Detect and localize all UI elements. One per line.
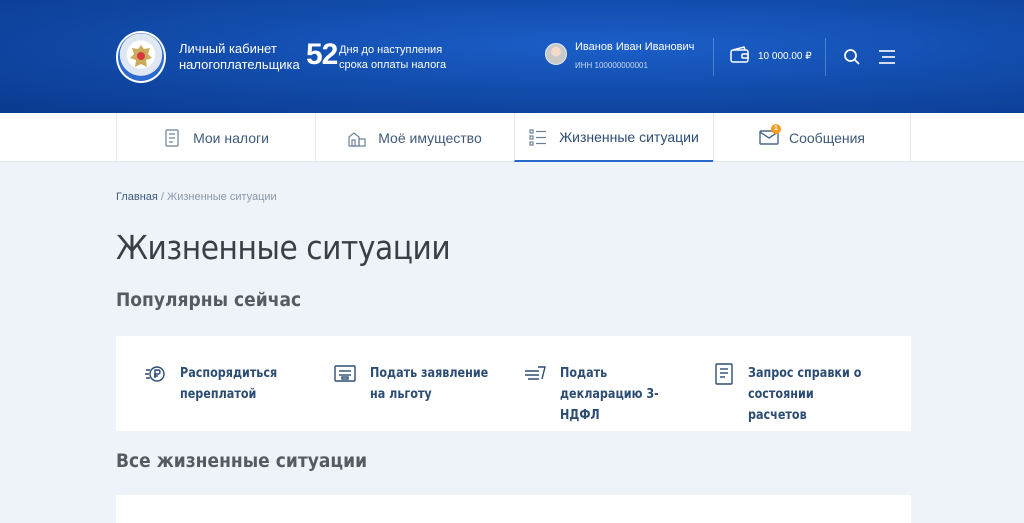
tab-my-taxes[interactable]: Мои налоги: [116, 113, 315, 162]
wallet-icon[interactable]: [730, 46, 750, 69]
popular-item-label: Подать декларацию 3-НДФЛ: [560, 366, 659, 423]
document-icon: [714, 363, 734, 426]
popular-item[interactable]: Распорядиться переплатой: [144, 363, 320, 405]
popular-item[interactable]: Запрос справки о состоянии расчетов: [714, 363, 888, 426]
fns-logo[interactable]: [116, 31, 166, 83]
popular-item[interactable]: Подать заявление на льготу: [334, 363, 510, 405]
days-count: 52: [306, 38, 338, 71]
taxes-icon: [163, 128, 181, 147]
user-inn: ИНН 100000000001: [575, 61, 648, 70]
breadcrumb-home[interactable]: Главная: [116, 191, 158, 203]
envelope-icon: 1: [759, 123, 781, 147]
messages-badge: 1: [771, 123, 781, 134]
popular-item-label: Подать заявление на льготу: [370, 366, 489, 402]
all-situations-title: Все жизненные ситуации: [116, 450, 368, 472]
breadcrumb: Главная / Жизненные ситуации: [116, 191, 277, 203]
property-icon: [348, 129, 366, 147]
main-nav: Мои налоги Моё имущество Жизненные ситуа…: [0, 113, 1024, 162]
application-icon: [334, 363, 356, 405]
tab-label: Жизненные ситуации: [559, 128, 699, 145]
list-icon: [529, 128, 547, 146]
avatar[interactable]: [545, 43, 567, 65]
user-name[interactable]: Иванов Иван Иванович: [575, 41, 694, 53]
popular-item[interactable]: Подать декларацию 3-НДФЛ: [524, 363, 700, 426]
tab-life-situations[interactable]: Жизненные ситуации: [514, 113, 713, 162]
tab-label: Мои налоги: [193, 129, 269, 146]
header: Личный кабинет налогоплательщика 52 Дня …: [0, 0, 1024, 113]
popular-item-label: Распорядиться переплатой: [180, 366, 278, 402]
search-icon[interactable]: [843, 48, 861, 71]
ruble-coins-icon: [144, 363, 166, 405]
popular-item-label: Запрос справки о состоянии расчетов: [748, 366, 862, 423]
cabinet-title[interactable]: Личный кабинет налогоплательщика: [179, 41, 309, 73]
tab-label: Моё имущество: [378, 129, 482, 146]
header-divider: [825, 38, 826, 76]
header-divider: [713, 38, 714, 76]
days-text: Дня до наступления срока оплаты налога: [339, 44, 447, 71]
tab-my-property[interactable]: Моё имущество: [315, 113, 514, 162]
all-situations-panel: [116, 495, 911, 523]
popular-title: Популярны сейчас: [116, 289, 302, 311]
tab-label: Сообщения: [789, 129, 865, 146]
breadcrumb-current: Жизненные ситуации: [167, 191, 277, 203]
tab-messages[interactable]: 1 Сообщения: [713, 113, 911, 162]
declaration-icon: [524, 363, 546, 426]
balance[interactable]: 10 000.00 ₽: [758, 51, 812, 62]
page-title: Жизненные ситуации: [116, 228, 451, 267]
popular-panel: Распорядиться переплатой Подать заявлени…: [116, 336, 911, 431]
breadcrumb-separator: /: [157, 191, 168, 203]
menu-icon[interactable]: [878, 49, 896, 70]
